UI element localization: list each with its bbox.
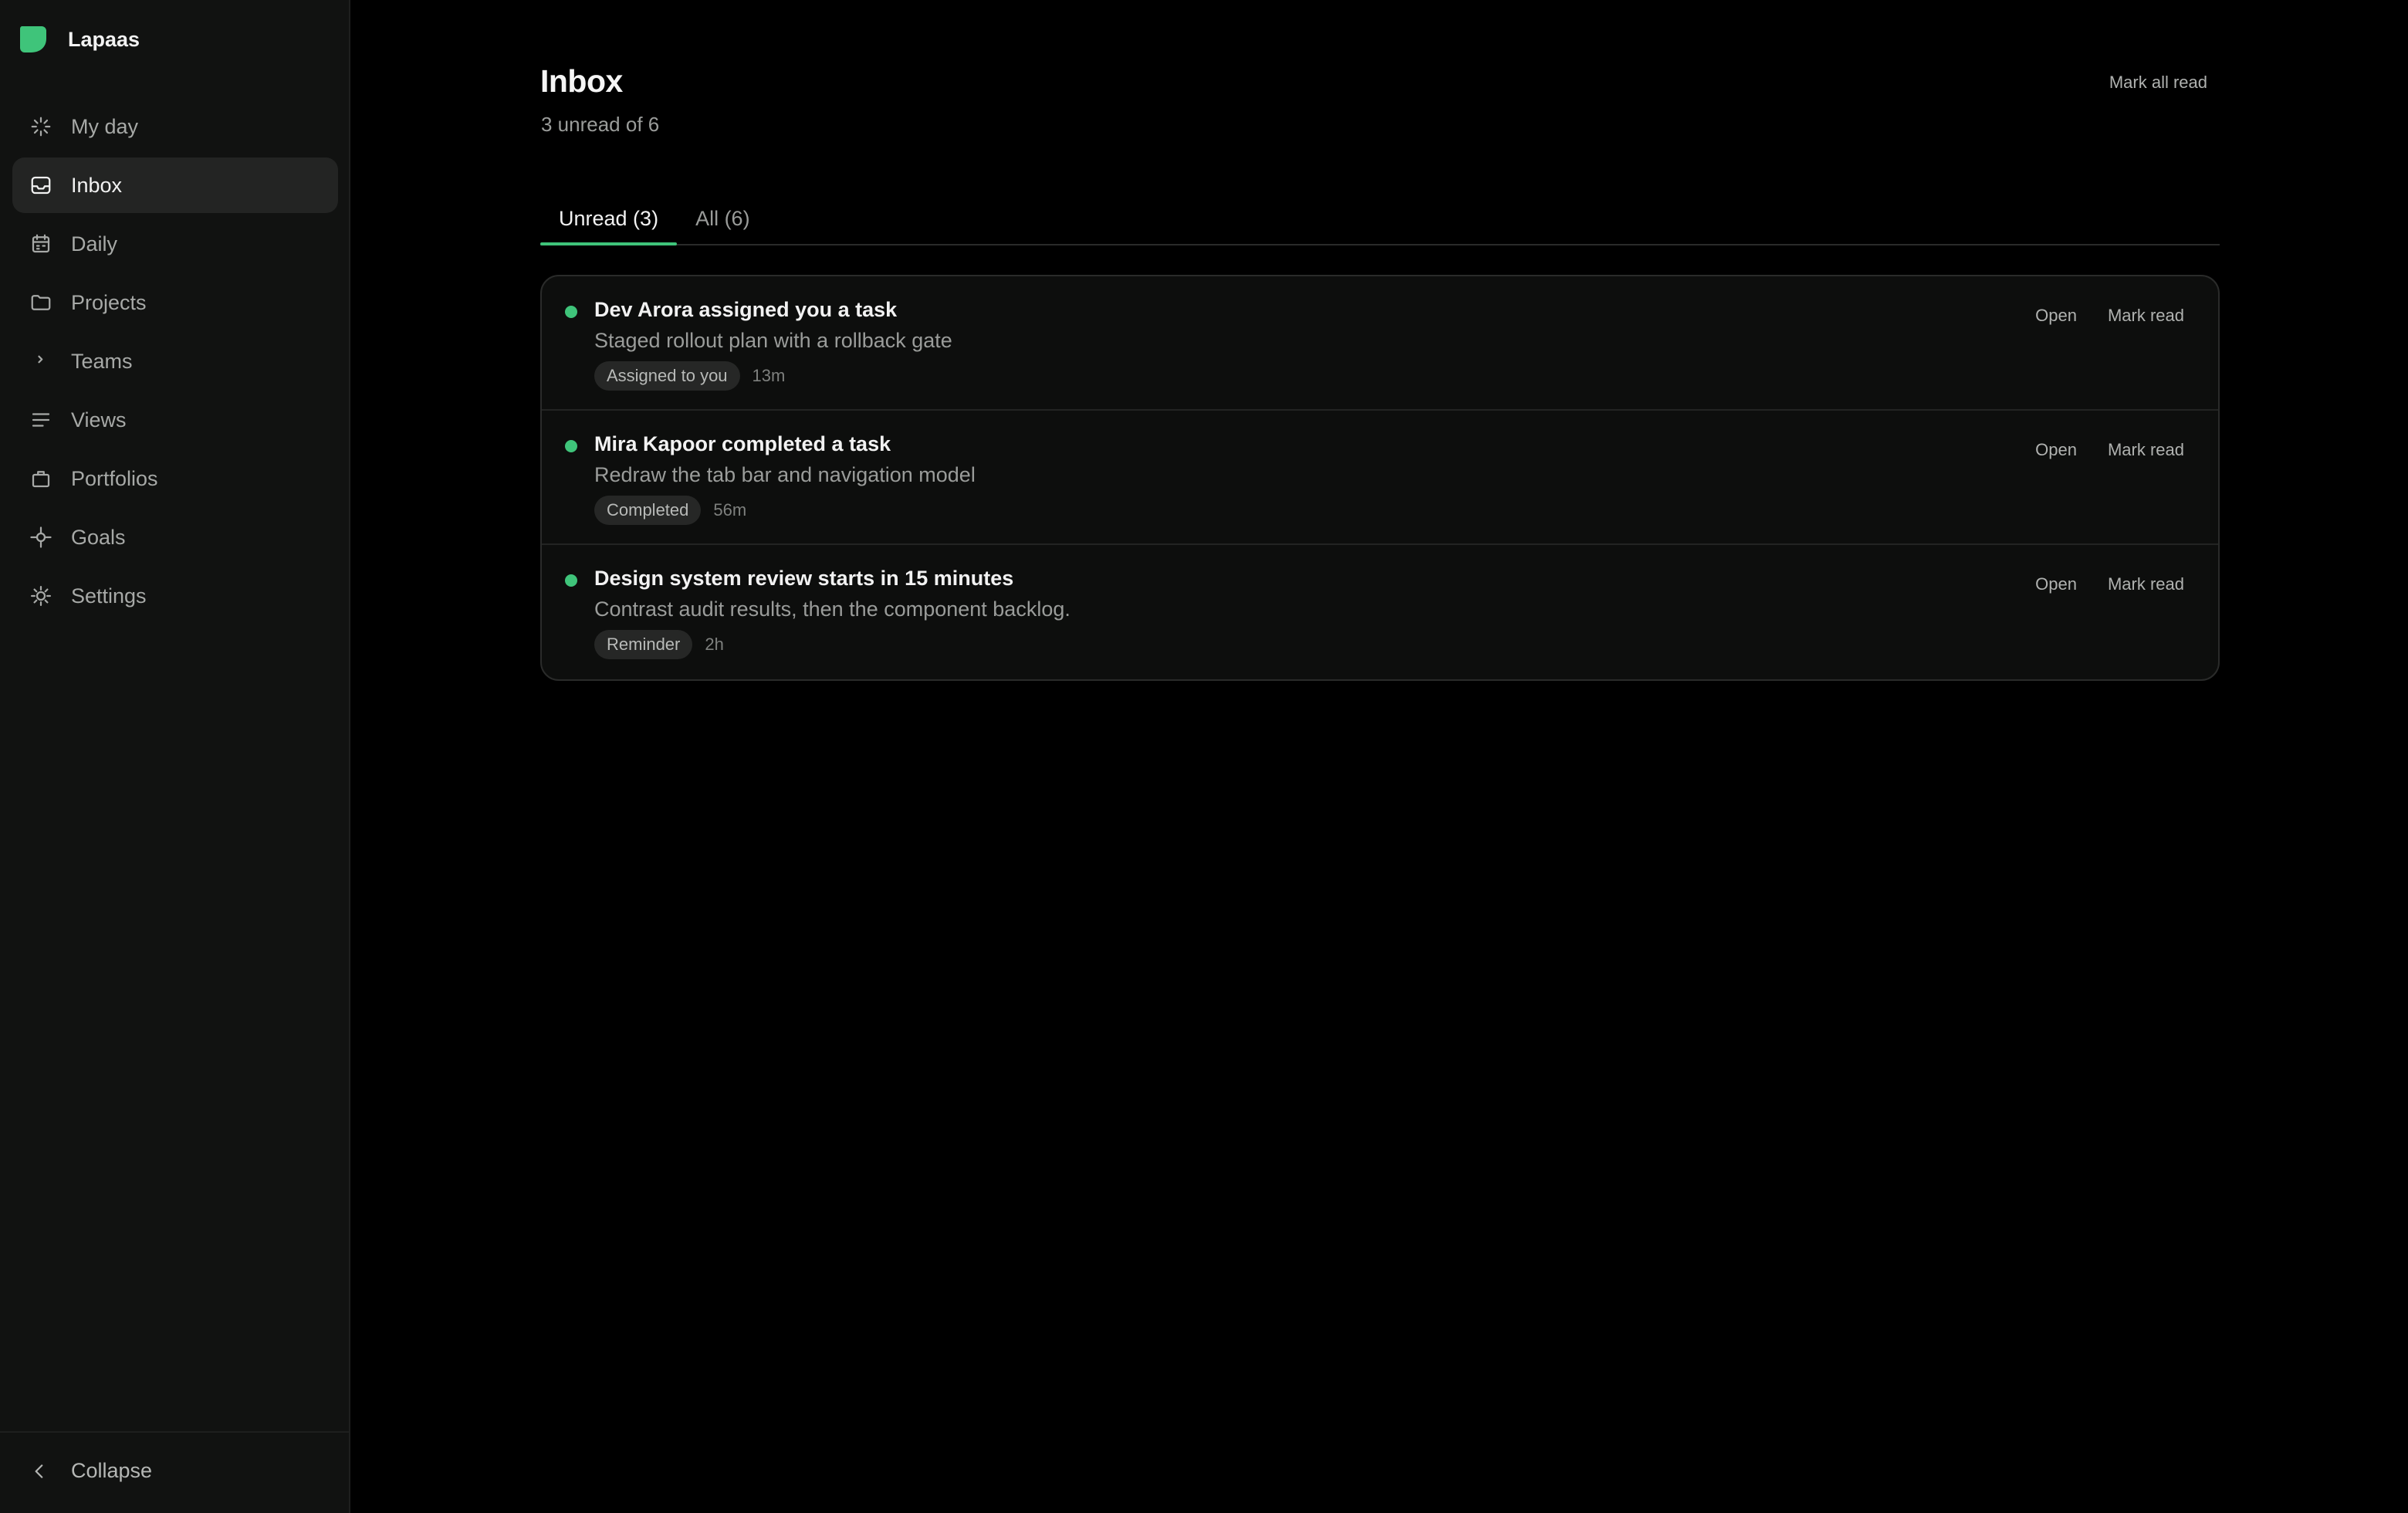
sidebar-item-label: Settings (71, 584, 147, 608)
sidebar-item-label: Teams (71, 349, 133, 373)
sidebar-item-label: Daily (71, 232, 118, 256)
sidebar-item-label: Views (71, 408, 127, 432)
brand[interactable]: Lapaas (17, 23, 140, 56)
notification-tag: Reminder (594, 630, 693, 659)
notification-description: Contrast audit results, then the compone… (594, 597, 1070, 621)
sidebar-item-inbox[interactable]: Inbox (12, 157, 338, 213)
open-button[interactable]: Open (2035, 440, 2077, 460)
unread-summary: 3 unread of 6 (541, 113, 660, 136)
sidebar-item-daily[interactable]: Daily (12, 216, 338, 272)
sidebar-item-label: Inbox (71, 173, 123, 197)
notification-description: Staged rollout plan with a rollback gate (594, 329, 952, 352)
sidebar-item-goals[interactable]: Goals (12, 509, 338, 565)
sidebar: Lapaas My day Inbox Daily Projects Teams… (0, 0, 350, 1513)
folder-icon (29, 291, 52, 314)
calendar-icon (29, 232, 52, 256)
unread-indicator (565, 574, 577, 587)
mark-read-button[interactable]: Mark read (2108, 440, 2184, 460)
gear-icon (29, 584, 52, 608)
crosshair-icon (29, 526, 52, 549)
notification-description: Redraw the tab bar and navigation model (594, 463, 976, 486)
sidebar-item-portfolios[interactable]: Portfolios (12, 451, 338, 506)
notification-title: Design system review starts in 15 minute… (594, 567, 1014, 590)
notification-item[interactable]: Mira Kapoor completed a task Redraw the … (542, 411, 2218, 545)
chevron-right-icon (29, 350, 52, 373)
notification-actions: Open Mark read (2035, 440, 2184, 460)
notification-meta: Completed 56m (594, 496, 746, 525)
sidebar-item-my-day[interactable]: My day (12, 99, 338, 154)
notification-time: 2h (705, 635, 724, 654)
sidebar-footer: Collapse (0, 1431, 349, 1513)
open-button[interactable]: Open (2035, 306, 2077, 326)
sidebar-item-teams[interactable]: Teams (12, 333, 338, 389)
mark-read-button[interactable]: Mark read (2108, 306, 2184, 326)
notification-time: 56m (713, 500, 747, 520)
open-button[interactable]: Open (2035, 574, 2077, 594)
notification-item[interactable]: Design system review starts in 15 minute… (542, 545, 2218, 679)
sidebar-item-views[interactable]: Views (12, 392, 338, 448)
notification-time: 13m (752, 366, 786, 385)
notification-tag: Assigned to you (594, 361, 740, 391)
inbox-icon (29, 174, 52, 197)
mark-all-read-button[interactable]: Mark all read (2109, 73, 2207, 93)
sparkle-icon (29, 115, 52, 138)
notification-tag: Completed (594, 496, 702, 525)
list-lines-icon (29, 408, 52, 432)
brand-logo-icon (19, 26, 46, 52)
tab-all[interactable]: All (6) (677, 193, 769, 244)
page-title: Inbox (540, 63, 623, 99)
notification-list: Dev Arora assigned you a task Staged rol… (540, 275, 2220, 681)
collapse-button[interactable]: Collapse (29, 1459, 152, 1483)
briefcase-icon (29, 467, 52, 490)
notification-title: Dev Arora assigned you a task (594, 298, 898, 321)
sidebar-item-settings[interactable]: Settings (12, 568, 338, 624)
tab-unread[interactable]: Unread (3) (540, 193, 678, 245)
app-name: Lapaas (68, 27, 140, 51)
sidebar-item-label: Portfolios (71, 466, 158, 490)
sidebar-item-label: Goals (71, 525, 126, 549)
unread-indicator (565, 306, 577, 318)
sidebar-item-label: My day (71, 114, 139, 138)
notification-actions: Open Mark read (2035, 574, 2184, 594)
sidebar-item-projects[interactable]: Projects (12, 275, 338, 330)
chevron-left-icon (35, 1464, 43, 1478)
unread-indicator (565, 440, 577, 452)
notification-item[interactable]: Dev Arora assigned you a task Staged rol… (542, 276, 2218, 411)
sidebar-nav: My day Inbox Daily Projects Teams Views … (12, 99, 338, 627)
sidebar-item-label: Projects (71, 290, 147, 314)
notification-title: Mira Kapoor completed a task (594, 432, 891, 455)
inbox-tabs: Unread (3) All (6) (540, 193, 2220, 245)
collapse-label: Collapse (71, 1459, 153, 1482)
notification-meta: Assigned to you 13m (594, 361, 785, 391)
mark-read-button[interactable]: Mark read (2108, 574, 2184, 594)
notification-actions: Open Mark read (2035, 306, 2184, 326)
notification-meta: Reminder 2h (594, 630, 724, 659)
